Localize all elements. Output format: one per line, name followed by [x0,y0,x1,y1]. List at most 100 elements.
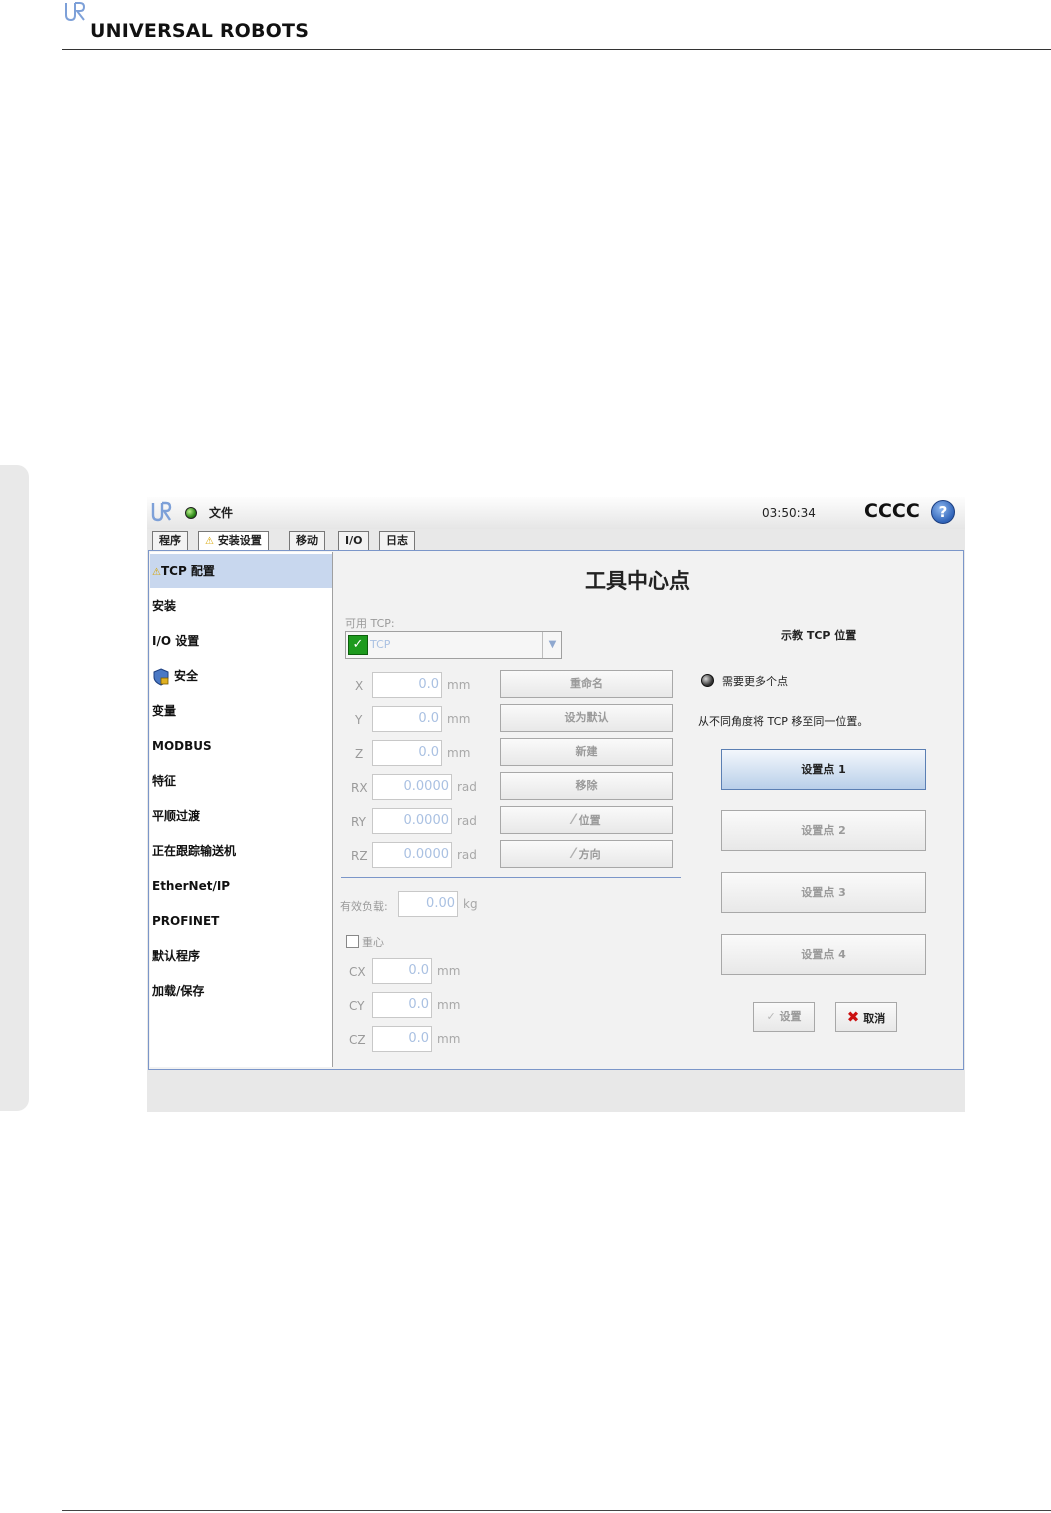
rx-unit: rad [457,780,477,794]
teach-orientation-label: 方向 [578,848,601,861]
x-unit: mm [447,678,471,692]
tab-label: 程序 [159,534,181,547]
teach-position-label: 位置 [578,814,601,827]
rename-button[interactable]: 重命名 [500,670,673,698]
installation-panel: ⚠TCP 配置 安装 I/O 设置 安全 变量 MODBUS 特征 平顺过渡 正… [148,550,964,1070]
nav-item-mounting[interactable]: 安装 [150,589,332,623]
tcp-content: 工具中心点 可用 TCP: ✓ TCP ▼ X 0.0 mm Y 0.0 mm … [334,551,963,1069]
clock: 03:50:34 [762,506,816,520]
set-point-4-button[interactable]: 设置点 4 [721,934,926,975]
cy-unit: mm [437,998,461,1012]
teach-title: 示教 TCP 位置 [781,629,857,642]
payload-unit: kg [463,897,478,911]
magic-wand-icon: ⁄ [572,846,575,862]
universal-robots-logo [65,2,86,22]
section-divider [341,877,681,878]
set-point-3-button[interactable]: 设置点 3 [721,872,926,913]
rx-field[interactable]: 0.0000 [372,774,452,800]
cy-field[interactable]: 0.0 [372,992,432,1018]
set-point-2-button[interactable]: 设置点 2 [721,810,926,851]
cx-field[interactable]: 0.0 [372,958,432,984]
warning-icon: ⚠ [152,567,161,578]
cancel-button-label: 取消 [863,1012,886,1025]
nav-item-io-setup[interactable]: I/O 设置 [150,624,332,658]
ur-logo-icon [151,501,172,522]
installation-nav: ⚠TCP 配置 安装 I/O 设置 安全 变量 MODBUS 特征 平顺过渡 正… [150,552,333,1067]
nav-item-tcp-config[interactable]: ⚠TCP 配置 [150,554,332,588]
set-button[interactable]: ✓ 设置 [753,1002,815,1032]
teach-status: 需要更多个点 [722,675,788,688]
bottom-bar [147,1071,965,1112]
teach-orientation-button[interactable]: ⁄ 方向 [500,840,673,868]
header-rule [62,49,1051,50]
nav-item-variables[interactable]: 变量 [150,694,332,728]
tab-program[interactable]: 程序 [152,531,188,550]
z-field[interactable]: 0.0 [372,740,442,766]
y-field[interactable]: 0.0 [372,706,442,732]
nav-item-ethernet-ip[interactable]: EtherNet/IP [150,869,332,903]
nav-item-label: I/O 设置 [152,634,200,648]
status-led-icon [701,674,714,687]
nav-item-load-save[interactable]: 加载/保存 [150,974,332,1008]
help-icon[interactable]: ? [931,500,955,524]
magic-wand-icon: ⁄ [572,812,575,828]
tab-move[interactable]: 移动 [289,531,325,550]
new-tcp-button[interactable]: 新建 [500,738,673,766]
teach-instruction: 从不同角度将 TCP 移至同一位置。 [698,715,869,728]
nav-item-smooth-transition[interactable]: 平顺过渡 [150,799,332,833]
set-default-button[interactable]: 设为默认 [500,704,673,732]
cancel-button[interactable]: ✖ 取消 [835,1002,897,1032]
nav-item-label: 加载/保存 [152,984,205,998]
tcp-selected-value: TCP [370,638,391,651]
robot-status-indicator [185,507,197,519]
cog-label: 重心 [362,936,384,949]
set-point-1-button[interactable]: 设置点 1 [721,749,926,790]
checkmark-icon: ✓ [348,635,368,655]
ry-unit: rad [457,814,477,828]
rx-label: RX [351,781,368,795]
ry-field[interactable]: 0.0000 [372,808,452,834]
cz-label: CZ [349,1033,366,1047]
nav-item-profinet[interactable]: PROFINET [150,904,332,938]
tcp-dropdown[interactable]: ✓ TCP ▼ [345,631,562,659]
cog-checkbox[interactable] [346,935,359,948]
tab-label: 日志 [386,534,408,547]
y-unit: mm [447,712,471,726]
rz-label: RZ [351,849,368,863]
payload-label: 有效负载: [340,900,388,913]
nav-item-label: 安全 [174,669,199,683]
chapter-tab [0,465,29,1111]
cx-label: CX [349,965,366,979]
rz-field[interactable]: 0.0000 [372,842,452,868]
nav-item-label: EtherNet/IP [152,879,231,893]
z-unit: mm [447,746,471,760]
tab-installation[interactable]: ⚠ 安装设置 [198,531,269,551]
polyscope-screen: 文件 03:50:34 CCCC ? 程序 ⚠ 安装设置 移动 I/O 日志 ⚠… [147,497,965,1112]
nav-item-conveyor-tracking[interactable]: 正在跟踪输送机 [150,834,332,868]
x-field[interactable]: 0.0 [372,672,442,698]
checkmark-icon: ✓ [766,1010,776,1023]
nav-item-label: 正在跟踪输送机 [152,844,237,858]
nav-item-modbus[interactable]: MODBUS [150,729,332,763]
nav-item-safety[interactable]: 安全 [150,659,332,693]
nav-item-label: 变量 [152,704,177,718]
nav-item-label: 平顺过渡 [152,809,201,823]
tab-label: 移动 [296,534,318,547]
cz-unit: mm [437,1032,461,1046]
x-label: X [355,679,364,693]
tab-io[interactable]: I/O [338,531,370,550]
available-tcp-label: 可用 TCP: [345,617,395,630]
remove-tcp-button[interactable]: 移除 [500,772,673,800]
nav-item-label: 安装 [152,599,177,613]
nav-item-default-program[interactable]: 默认程序 [150,939,332,973]
nav-item-features[interactable]: 特征 [150,764,332,798]
file-menu[interactable]: 文件 [209,504,233,521]
tab-label: 安装设置 [217,534,262,547]
warning-icon: ⚠ [205,536,214,547]
cz-field[interactable]: 0.0 [372,1026,432,1052]
payload-field[interactable]: 0.00 [398,891,458,917]
teach-position-button[interactable]: ⁄ 位置 [500,806,673,834]
y-label: Y [355,713,363,727]
chevron-down-icon[interactable]: ▼ [542,632,562,658]
tab-log[interactable]: 日志 [379,531,415,550]
